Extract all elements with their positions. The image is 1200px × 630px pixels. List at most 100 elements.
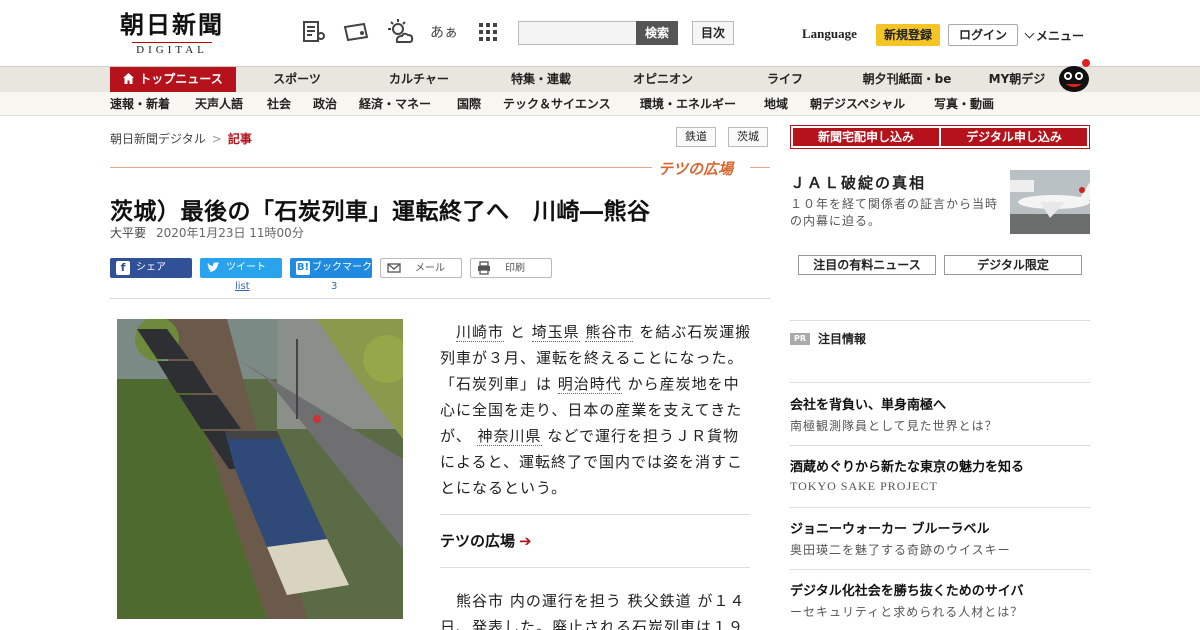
- article-date: 2020年1月23日 11時00分: [156, 226, 304, 240]
- twitter-share-count[interactable]: list: [235, 281, 250, 292]
- ad-title-2[interactable]: 酒蔵めぐりから新たな東京の魅力を知る: [790, 456, 1024, 475]
- apps-grid-icon[interactable]: [474, 18, 502, 46]
- menu-label: メニュー: [1036, 29, 1085, 43]
- nav-environment[interactable]: 環境・エネルギー: [640, 92, 736, 116]
- chevron-down-icon: [1024, 28, 1035, 39]
- print-button[interactable]: 印刷: [470, 258, 552, 278]
- nav-top-news[interactable]: トップニュース: [110, 67, 236, 92]
- nav-politics[interactable]: 政治: [313, 92, 337, 116]
- ad-divider: [790, 382, 1090, 383]
- feature-title[interactable]: ＪＡＬ破綻の真相: [790, 172, 926, 193]
- nav-life[interactable]: ライフ: [748, 67, 822, 92]
- login-button[interactable]: ログイン: [948, 24, 1018, 46]
- ad-title-3[interactable]: ジョニーウォーカー ブルーラベル: [790, 518, 990, 537]
- ad-divider: [790, 445, 1090, 446]
- related-divider-top: [440, 514, 750, 515]
- mail-share-button[interactable]: メール: [380, 258, 462, 278]
- secondary-nav: 速報・新着 天声人語 社会 政治 経済・マネー 国際 テック＆サイエンス 環境・…: [0, 92, 1200, 116]
- twitter-share-button[interactable]: ツイート: [200, 258, 282, 278]
- nav-special[interactable]: 朝デジスペシャル: [810, 92, 905, 116]
- logo-sub-text: DIGITAL: [132, 42, 212, 57]
- print-label: 印刷: [505, 263, 525, 274]
- subscribe-digital-button[interactable]: デジタル申し込み: [941, 128, 1087, 146]
- nav-culture[interactable]: カルチャー: [374, 67, 464, 92]
- search-button[interactable]: 検索: [636, 21, 678, 45]
- premium-news-button[interactable]: 注目の有料ニュース: [798, 255, 936, 275]
- search-input[interactable]: [518, 21, 638, 45]
- link-meiji[interactable]: 明治時代: [557, 375, 622, 394]
- link-kawasaki[interactable]: 川崎市: [456, 323, 505, 342]
- nav-regional[interactable]: 地域: [764, 92, 788, 116]
- nav-top-news-label: トップニュース: [139, 72, 223, 86]
- bookmark-scrap-icon[interactable]: [342, 18, 370, 46]
- ad-sub-1: 南極観測隊員として見た世界とは？: [790, 419, 998, 433]
- article-paragraph-2: 熊谷市 内の運行を担う 秩父鉄道 が１４日、発表した。廃止される石炭列車は１９: [440, 588, 752, 630]
- link-kanagawa[interactable]: 神奈川県: [477, 427, 542, 446]
- pr-divider: [790, 320, 1090, 321]
- article-author: 大平要: [110, 226, 147, 240]
- site-logo[interactable]: 朝日新聞 DIGITAL: [112, 12, 232, 57]
- series-divider-right: [750, 167, 770, 168]
- language-link[interactable]: Language: [802, 26, 857, 42]
- link-chichibu[interactable]: 秩父鉄道: [628, 592, 692, 610]
- ad-title-1[interactable]: 会社を背負い、単身南極へ: [790, 394, 946, 413]
- hatena-bookmark-count[interactable]: 3: [331, 281, 337, 292]
- series-divider: [110, 167, 652, 168]
- facebook-share-button[interactable]: f シェア: [110, 258, 192, 278]
- pr-heading: 注目情報: [818, 332, 867, 346]
- nav-features[interactable]: 特集・連載: [496, 67, 586, 92]
- article-byline: 大平要 2020年1月23日 11時00分: [110, 224, 304, 241]
- ad-sub-2: TOKYO SAKE PROJECT: [790, 479, 938, 493]
- signup-button[interactable]: 新規登録: [876, 24, 940, 46]
- link-kumagaya-2[interactable]: 熊谷市: [456, 592, 504, 610]
- font-size-icon[interactable]: あぁ: [430, 18, 458, 46]
- twitter-icon: [206, 261, 220, 275]
- subscribe-paper-button[interactable]: 新聞宅配申し込み: [793, 128, 939, 146]
- hatena-bookmark-button[interactable]: B! ブックマーク: [290, 258, 372, 278]
- mail-icon: [387, 261, 401, 275]
- nav-breaking[interactable]: 速報・新着: [110, 92, 170, 116]
- font-size-icon-text: あぁ: [430, 25, 458, 41]
- ad-sub-4: ーセキュリティと求められる人材とは？: [790, 605, 1024, 619]
- related-series-link[interactable]: テツの広場 ➔: [440, 530, 532, 551]
- article-photo[interactable]: [117, 319, 403, 619]
- weather-icon[interactable]: [386, 18, 414, 46]
- ad-title-4[interactable]: デジタル化社会を勝ち抜くためのサイバ: [790, 580, 1023, 599]
- breadcrumb-home[interactable]: 朝日新聞デジタル: [110, 132, 206, 146]
- ad-divider: [790, 507, 1090, 508]
- text-fragment: と: [509, 323, 526, 341]
- tag-ibaraki[interactable]: 茨城: [728, 127, 768, 147]
- primary-nav: トップニュース スポーツ カルチャー 特集・連載 オピニオン ライフ 朝夕刊紙面…: [0, 59, 1200, 92]
- nav-my-asadigi[interactable]: MY朝デジ: [982, 67, 1052, 92]
- ad-divider: [790, 569, 1090, 570]
- tag-railway[interactable]: 鉄道: [676, 127, 716, 147]
- hatena-bookmark-label: ブックマーク: [312, 262, 372, 273]
- hatena-icon: B!: [296, 261, 310, 275]
- feature-image[interactable]: [1010, 170, 1090, 234]
- nav-economy[interactable]: 経済・マネー: [359, 92, 431, 116]
- twitter-share-label: ツイート: [226, 262, 266, 273]
- nav-sports[interactable]: スポーツ: [258, 67, 336, 92]
- link-kumagaya[interactable]: 熊谷市: [585, 323, 634, 342]
- mascot-icon: [1056, 57, 1092, 97]
- nav-newspaper[interactable]: 朝夕刊紙面・be: [856, 67, 958, 92]
- breadcrumb-separator-icon: >: [211, 132, 222, 146]
- nav-opinion[interactable]: オピニオン: [618, 67, 708, 92]
- toc-button[interactable]: 目次: [692, 21, 734, 45]
- nav-international[interactable]: 国際: [457, 92, 481, 116]
- nav-society[interactable]: 社会: [267, 92, 291, 116]
- arrow-right-icon: ➔: [519, 532, 532, 550]
- related-series-label: テツの広場: [440, 532, 516, 550]
- digital-limited-button[interactable]: デジタル限定: [944, 255, 1082, 275]
- nav-tech-science[interactable]: テック＆サイエンス: [503, 92, 611, 116]
- menu-button[interactable]: メニュー: [1024, 27, 1085, 44]
- series-label[interactable]: テツの広場: [658, 158, 733, 179]
- link-saitama[interactable]: 埼玉県: [531, 323, 580, 342]
- nav-tenseijingo[interactable]: 天声人語: [195, 92, 243, 116]
- article-title: 茨城）最後の「石炭列車」運転終了へ 川崎―熊谷: [110, 199, 651, 225]
- text-fragment: 内の運行を担う: [509, 592, 622, 610]
- breadcrumb-current: 記事: [227, 132, 252, 146]
- breadcrumb: 朝日新聞デジタル > 記事: [110, 130, 252, 147]
- nav-photo-video[interactable]: 写真・動画: [934, 92, 994, 116]
- newspaper-viewer-icon[interactable]: [300, 18, 328, 46]
